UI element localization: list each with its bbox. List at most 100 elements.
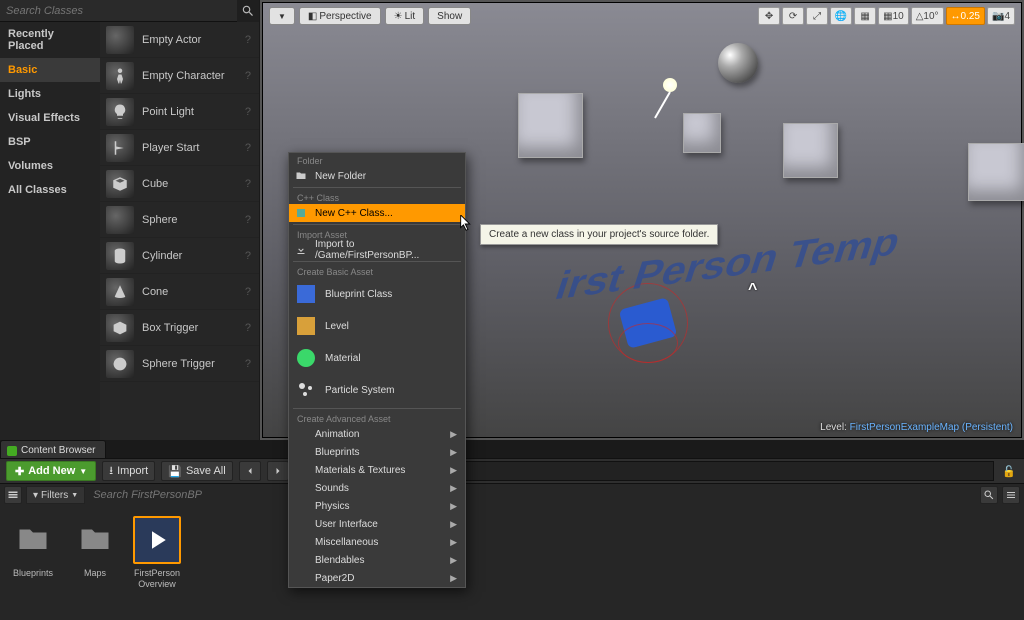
viewport-toolbar-left: ▼ ◧Perspective ☀Lit Show [269,7,471,25]
content-search-input[interactable] [89,489,976,501]
menu-blueprint-class[interactable]: Blueprint Class [289,278,465,310]
grid-snap-button[interactable]: ▦ 10 [878,7,909,25]
menu-miscellaneous[interactable]: Miscellaneous▶ [289,533,465,551]
content-browser-tab[interactable]: Content Browser [0,440,106,458]
menu-paper2d[interactable]: Paper2D▶ [289,569,465,587]
search-bar [0,0,259,22]
bulb-icon [106,98,134,126]
coord-space-button[interactable]: 🌐 [830,7,852,25]
tutorial-icon [133,516,181,564]
content-search-icon[interactable] [980,486,998,504]
help-icon[interactable]: ? [245,106,251,118]
actor-player-start[interactable]: Player Start? [100,130,259,166]
lit-button[interactable]: ☀Lit [385,7,425,25]
category-basic[interactable]: Basic [0,58,100,82]
particle-icon [293,377,319,403]
menu-animation[interactable]: Animation▶ [289,425,465,443]
category-recently-placed[interactable]: Recently Placed [0,22,100,58]
help-icon[interactable]: ? [245,142,251,154]
angle-snap-button[interactable]: △ 10° [911,7,944,25]
class-search-input[interactable] [0,0,237,21]
category-visual-effects[interactable]: Visual Effects [0,106,100,130]
menu-material[interactable]: Material [289,342,465,374]
help-icon[interactable]: ? [245,70,251,82]
category-all-classes[interactable]: All Classes [0,178,100,202]
menu-materials-textures[interactable]: Materials & Textures▶ [289,461,465,479]
chevron-right-icon: ▶ [450,429,457,440]
viewport-options-button[interactable]: ▼ [269,7,295,25]
menu-sounds[interactable]: Sounds▶ [289,479,465,497]
chevron-right-icon: ▶ [450,573,457,584]
menu-new-folder[interactable]: New Folder [289,167,465,185]
scale-snap-button[interactable]: ↔ 0.25 [946,7,985,25]
actor-sphere[interactable]: Sphere? [100,202,259,238]
actor-empty-actor[interactable]: Empty Actor? [100,22,259,58]
menu-level[interactable]: Level [289,310,465,342]
show-button[interactable]: Show [428,7,471,25]
nav-forward-button[interactable] [267,461,289,481]
category-lights[interactable]: Lights [0,82,100,106]
translate-mode-button[interactable]: ✥ [758,7,780,25]
menu-blueprints[interactable]: Blueprints▶ [289,443,465,461]
menu-section-basic: Create Basic Asset [289,264,465,278]
help-icon[interactable]: ? [245,34,251,46]
content-browser-tab-icon [7,446,17,456]
menu-particle-system[interactable]: Particle System [289,374,465,406]
help-icon[interactable]: ? [245,250,251,262]
wiresphere-icon [106,350,134,378]
help-icon[interactable]: ? [245,214,251,226]
lock-icon[interactable]: 🔓 [1000,465,1018,478]
asset-firstperson-overview[interactable]: FirstPerson Overview [132,516,182,590]
add-new-context-menu: Folder New Folder C++ Class New C++ Clas… [288,152,466,588]
category-volumes[interactable]: Volumes [0,154,100,178]
help-icon[interactable]: ? [245,178,251,190]
nav-back-button[interactable] [239,461,261,481]
filters-button[interactable]: ▾Filters▼ [26,486,85,504]
search-icon[interactable] [237,0,259,22]
menu-import-asset[interactable]: Import to /Game/FirstPersonBP... [289,241,465,259]
view-options-button[interactable] [1002,486,1020,504]
level-label: Level: FirstPersonExampleMap (Persistent… [820,422,1013,433]
category-bsp[interactable]: BSP [0,130,100,154]
help-icon[interactable]: ? [245,322,251,334]
menu-physics[interactable]: Physics▶ [289,497,465,515]
sources-toggle-button[interactable] [4,486,22,504]
folder-icon [9,516,57,564]
content-browser-panel: Content Browser ✚Add New▼ ⭳Import 💾Save … [0,440,1024,620]
import-button[interactable]: ⭳Import [102,461,155,481]
help-icon[interactable]: ? [245,358,251,370]
asset-maps-folder[interactable]: Maps [70,516,120,579]
placeable-list: Empty Actor? Empty Character? Point Ligh… [100,22,259,440]
help-icon[interactable]: ? [245,286,251,298]
actor-box-trigger[interactable]: Box Trigger? [100,310,259,346]
asset-grid[interactable]: Blueprints Maps FirstPerson Overview [0,508,1024,620]
actor-cube[interactable]: Cube? [100,166,259,202]
camera-speed-button[interactable]: 📷 4 [987,7,1015,25]
import-icon [293,242,309,258]
actor-empty-character[interactable]: Empty Character? [100,58,259,94]
add-new-button[interactable]: ✚Add New▼ [6,461,96,481]
chevron-right-icon: ▶ [450,483,457,494]
actor-cylinder[interactable]: Cylinder? [100,238,259,274]
menu-blendables[interactable]: Blendables▶ [289,551,465,569]
cube-icon [106,170,134,198]
perspective-button[interactable]: ◧Perspective [299,7,381,25]
cone-icon [106,278,134,306]
place-actors-panel: Recently Placed Basic Lights Visual Effe… [0,0,260,440]
surface-snap-button[interactable]: ▦ [854,7,876,25]
rotate-mode-button[interactable]: ⟳ [782,7,804,25]
actor-cone[interactable]: Cone? [100,274,259,310]
chevron-right-icon: ▶ [450,465,457,476]
menu-user-interface[interactable]: User Interface▶ [289,515,465,533]
menu-new-cpp-class[interactable]: New C++ Class... [289,204,465,222]
chevron-right-icon: ▶ [450,447,457,458]
actor-point-light[interactable]: Point Light? [100,94,259,130]
asset-blueprints-folder[interactable]: Blueprints [8,516,58,579]
scale-mode-button[interactable]: ⤢ [806,7,828,25]
save-all-button[interactable]: 💾Save All [161,461,232,481]
material-icon [293,345,319,371]
tooltip: Create a new class in your project's sou… [480,224,718,245]
actor-sphere-trigger[interactable]: Sphere Trigger? [100,346,259,382]
level-icon [293,313,319,339]
menu-section-folder: Folder [289,153,465,167]
